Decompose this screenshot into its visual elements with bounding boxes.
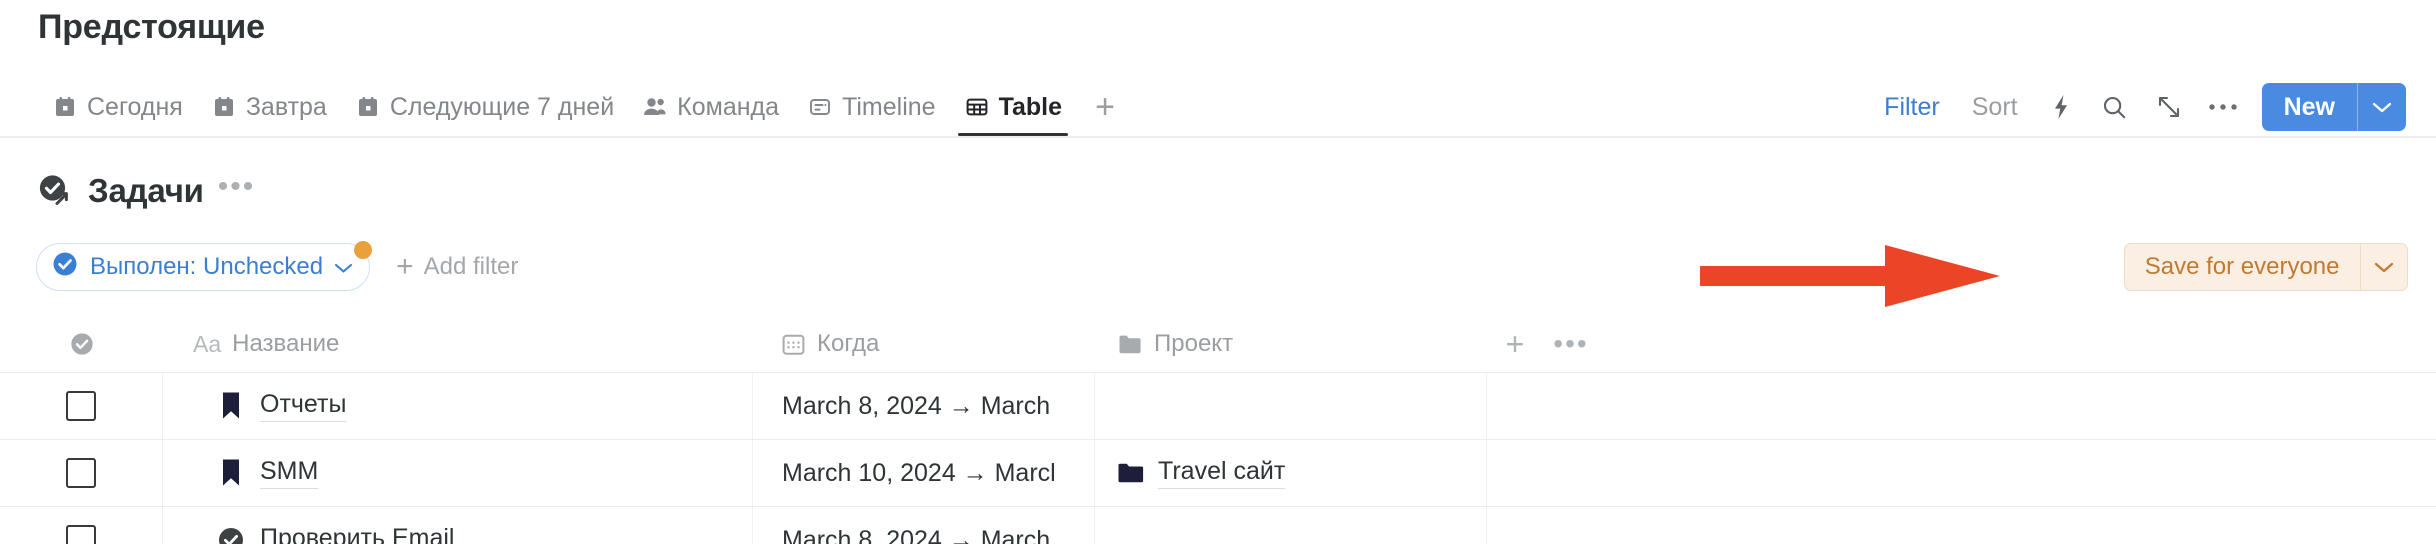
row-checkbox[interactable] bbox=[66, 391, 96, 421]
row-project-link[interactable]: Travel сайт bbox=[1158, 457, 1286, 489]
folder-icon bbox=[1117, 331, 1143, 357]
tab-table[interactable]: Table bbox=[950, 78, 1076, 136]
people-icon bbox=[642, 94, 668, 120]
row-when-cell[interactable]: March 8, 2024 → March bbox=[753, 507, 1095, 544]
expand-icon[interactable] bbox=[2142, 84, 2196, 130]
text-type-icon: Aa bbox=[193, 330, 222, 357]
tab-label: Следующие 7 дней bbox=[389, 92, 615, 121]
row-when-value: March 8, 2024 → March bbox=[782, 391, 1051, 420]
row-checkbox-cell[interactable] bbox=[0, 440, 163, 506]
lightning-icon[interactable] bbox=[2034, 84, 2088, 130]
row-name-cell[interactable]: Проверить Email bbox=[163, 507, 753, 544]
row-checkbox-cell[interactable] bbox=[0, 507, 163, 544]
tab-timeline[interactable]: Timeline bbox=[793, 78, 950, 136]
tabbar-divider bbox=[0, 136, 2436, 138]
table-row[interactable]: Проверить Email March 8, 2024 → March bbox=[0, 506, 2436, 544]
column-header-label: Когда bbox=[817, 330, 880, 357]
row-checkbox[interactable] bbox=[66, 458, 96, 488]
filter-bar: Выполен: Unchecked + Add filter bbox=[36, 241, 518, 291]
chevron-down-icon[interactable] bbox=[334, 253, 353, 281]
column-header-label: Название bbox=[232, 330, 340, 357]
tab-sleduyushchie-7-dney[interactable]: Следующие 7 дней bbox=[341, 78, 628, 136]
row-empty-cell bbox=[1487, 440, 2436, 506]
tab-zavtra[interactable]: Завтра bbox=[197, 78, 341, 136]
chevron-down-icon[interactable] bbox=[2361, 244, 2407, 290]
table-more-options-icon[interactable]: ••• bbox=[1543, 316, 1599, 372]
filter-chip-label: Выполен: Unchecked bbox=[90, 253, 324, 280]
tab-label: Table bbox=[998, 92, 1063, 121]
table-row[interactable]: SMM March 10, 2024 → Marcl Travel сайт bbox=[0, 439, 2436, 506]
bookmark-icon bbox=[217, 392, 245, 420]
database-title[interactable]: Задачи bbox=[88, 172, 204, 210]
tab-label: Timeline bbox=[842, 92, 936, 121]
bookmark-icon bbox=[217, 459, 245, 487]
column-header-kogda[interactable]: Когда bbox=[753, 316, 1095, 372]
check-circle-icon bbox=[51, 250, 79, 285]
row-name-cell[interactable]: Отчеты bbox=[163, 373, 753, 439]
database-more-icon[interactable]: ••• bbox=[218, 172, 256, 210]
row-when-cell[interactable]: March 10, 2024 → Marcl bbox=[753, 440, 1095, 506]
row-empty-cell bbox=[1487, 507, 2436, 544]
check-circle-icon bbox=[69, 331, 95, 357]
tab-label: Сегодня bbox=[87, 92, 183, 121]
page-title: Предстоящие bbox=[38, 8, 265, 46]
tab-komanda[interactable]: Команда bbox=[628, 78, 793, 136]
view-tabs: Сегодня Завтра Следующие 7 дней Команда … bbox=[0, 78, 1128, 136]
more-horizontal-icon[interactable] bbox=[2196, 84, 2250, 130]
save-for-everyone-button-group[interactable]: Save for everyone bbox=[2123, 243, 2408, 291]
filter-chip-vypolen[interactable]: Выполен: Unchecked bbox=[36, 241, 373, 291]
sort-button[interactable]: Sort bbox=[1956, 93, 2034, 122]
row-project-cell[interactable] bbox=[1095, 507, 1487, 544]
add-filter-button[interactable]: + Add filter bbox=[396, 252, 518, 282]
folder-solid-icon bbox=[1117, 459, 1145, 487]
notion-table-view-page: Предстоящие Сегодня Завтра Следующие 7 д… bbox=[0, 0, 2436, 544]
table-icon bbox=[964, 94, 990, 120]
search-icon[interactable] bbox=[2088, 84, 2142, 130]
calendar-icon bbox=[355, 94, 381, 120]
column-header-label: Проект bbox=[1154, 330, 1234, 357]
column-header-checkbox[interactable] bbox=[0, 316, 163, 372]
table-grid: Aa Название Когда Проект + ••• Отчеты Ma… bbox=[0, 316, 2436, 544]
row-checkbox-cell[interactable] bbox=[0, 373, 163, 439]
table-row[interactable]: Отчеты March 8, 2024 → March bbox=[0, 372, 2436, 439]
row-project-cell[interactable]: Travel сайт bbox=[1095, 440, 1487, 506]
tab-label: Завтра bbox=[245, 92, 327, 121]
new-button[interactable]: New bbox=[2262, 83, 2357, 131]
row-when-value: March 10, 2024 → Marcl bbox=[782, 458, 1056, 487]
annotation-arrow-right-icon bbox=[1700, 245, 2000, 312]
timeline-icon bbox=[807, 94, 833, 120]
row-name-cell[interactable]: SMM bbox=[163, 440, 753, 506]
column-header-nazvanie[interactable]: Aa Название bbox=[163, 316, 753, 372]
add-filter-label: Add filter bbox=[423, 253, 519, 280]
save-for-everyone-button[interactable]: Save for everyone bbox=[2125, 244, 2360, 290]
table-header-row: Aa Название Когда Проект + ••• bbox=[0, 316, 2436, 372]
checkmark-circle-link-icon bbox=[36, 172, 74, 210]
new-button-group[interactable]: New bbox=[2261, 83, 2406, 131]
unsaved-changes-dot bbox=[354, 241, 373, 259]
view-toolbar: Filter Sort New bbox=[1868, 78, 2406, 136]
plus-icon: + bbox=[396, 250, 414, 283]
row-checkbox[interactable] bbox=[66, 525, 96, 544]
filter-button[interactable]: Filter bbox=[1868, 93, 1956, 122]
row-name-link[interactable]: Проверить Email bbox=[260, 524, 454, 544]
tab-segodnya[interactable]: Сегодня bbox=[38, 78, 197, 136]
row-when-value: March 8, 2024 → March bbox=[782, 525, 1051, 544]
chevron-down-icon[interactable] bbox=[2358, 83, 2406, 131]
row-name-link[interactable]: SMM bbox=[260, 457, 319, 489]
add-view-button[interactable]: + bbox=[1082, 78, 1128, 136]
row-name-link[interactable]: Отчеты bbox=[260, 390, 347, 422]
calendar-icon bbox=[211, 94, 237, 120]
database-title-row: Задачи ••• bbox=[36, 172, 255, 210]
calendar-icon bbox=[780, 331, 806, 357]
row-project-cell[interactable] bbox=[1095, 373, 1487, 439]
row-when-cell[interactable]: March 8, 2024 → March bbox=[753, 373, 1095, 439]
calendar-icon bbox=[52, 94, 78, 120]
check-circle-solid-icon bbox=[217, 526, 245, 544]
column-header-proekt[interactable]: Проект bbox=[1095, 316, 1487, 372]
row-empty-cell bbox=[1487, 373, 2436, 439]
tab-label: Команда bbox=[677, 92, 780, 121]
add-column-button[interactable]: + bbox=[1487, 316, 1543, 372]
